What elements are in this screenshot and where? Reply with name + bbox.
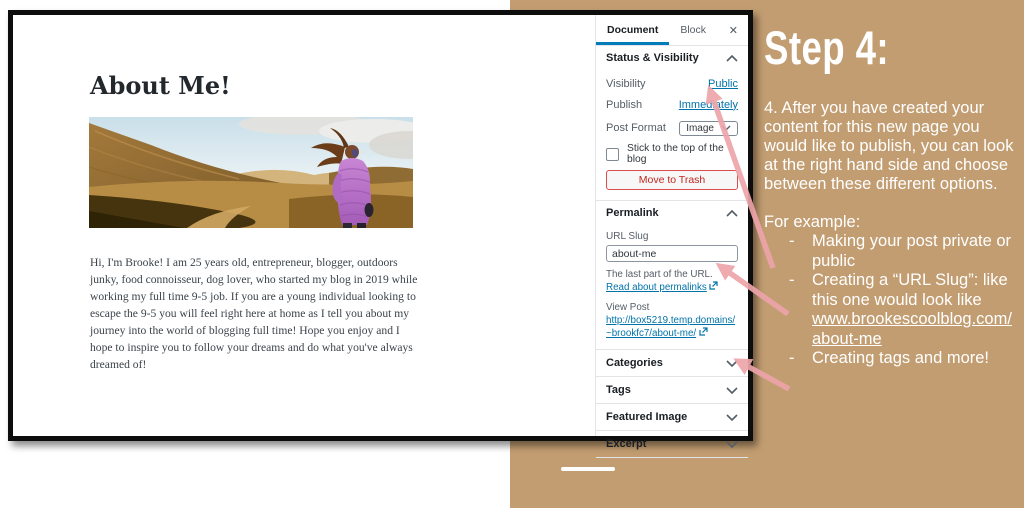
bullet-dash: - [789,232,795,252]
section-excerpt[interactable]: Excerpt [596,431,748,458]
bullet-dash: - [789,349,795,369]
view-post-url-link[interactable]: http://box5219.temp.domains/~brookfc7/ab… [606,315,735,339]
permalink-title: Permalink [606,207,659,219]
tags-title: Tags [606,384,631,396]
bullet-text: Creating a “URL Slug”: like this one wou… [812,271,1008,309]
chevron-up-icon[interactable] [726,55,738,62]
url-slug-input[interactable] [606,245,738,262]
brookescoolblog-link[interactable]: www.brookescoolblog.com/about-me [812,310,1012,348]
post-format-row: Post Format Image [596,115,748,141]
slug-help-prefix: The last part of the URL. [606,269,713,280]
visibility-row: Visibility Public [596,73,748,94]
status-visibility-title: Status & Visibility [606,52,699,64]
tab-block-label: Block [680,24,706,36]
chevron-down-icon [721,125,731,131]
bullet-tags: - Creating tags and more! [764,349,1018,369]
tab-document-label: Document [607,24,658,36]
visibility-label: Visibility [606,78,646,90]
editor-canvas: About Me! [13,15,595,436]
publish-row: Publish Immediately [596,94,748,115]
read-about-permalinks-link[interactable]: Read about permalinks [606,282,707,293]
status-visibility-header[interactable]: Status & Visibility [596,46,748,70]
bullet-dash: - [789,271,795,291]
step-panel: Step 4: 4. After you have created your c… [764,20,1018,369]
external-link-icon [699,328,708,339]
step-paragraph: 4. After you have created your content f… [764,99,1018,194]
featured-image-title: Featured Image [606,411,687,423]
sticky-checkbox-label: Stick to the top of the blog [627,143,738,165]
publish-label: Publish [606,99,642,111]
post-format-value: Image [686,123,714,134]
external-link-icon [709,282,718,293]
post-body-text: Hi, I'm Brooke! I am 25 years old, entre… [90,254,422,373]
permalink-header[interactable]: Permalink [596,201,748,225]
wordpress-screenshot-frame: About Me! [8,10,753,441]
publish-value-link[interactable]: Immediately [679,99,738,111]
tab-block[interactable]: Block [669,15,717,45]
bullet-text: Creating tags and more! [812,349,989,367]
wp-settings-sidebar: Document Block ✕ Status & Visibility Vis… [595,15,748,436]
example-bullet-list: - Making your post private or public - C… [764,232,1018,369]
section-tags[interactable]: Tags [596,377,748,404]
chevron-down-icon [726,387,738,394]
categories-title: Categories [606,357,663,369]
close-icon: ✕ [729,24,738,37]
slug-help-text: The last part of the URL. Read about per… [606,268,738,294]
bullet-private-public: - Making your post private or public [764,232,1018,271]
visibility-value-link[interactable]: Public [708,78,738,90]
trail-runner-photo [89,117,413,228]
post-format-label: Post Format [606,122,666,134]
chevron-down-icon [726,360,738,367]
chevron-down-icon [726,441,738,448]
post-title: About Me! [90,71,231,100]
for-example-label: For example: [764,213,1018,232]
slide-progress-dash [561,467,615,471]
tab-document[interactable]: Document [596,15,669,45]
sticky-checkbox-row: Stick to the top of the blog [596,146,748,162]
close-sidebar-button[interactable]: ✕ [719,15,748,45]
sidebar-tab-bar: Document Block ✕ [596,15,748,46]
permalink-body: URL Slug The last part of the URL. Read … [596,225,748,349]
sticky-checkbox[interactable] [606,148,619,161]
step-title: Step 4: [764,20,962,75]
move-to-trash-label: Move to Trash [639,174,706,186]
move-to-trash-button[interactable]: Move to Trash [606,170,738,190]
chevron-up-icon[interactable] [726,210,738,217]
section-featured-image[interactable]: Featured Image [596,404,748,431]
bullet-url-slug: - Creating a “URL Slug”: like this one w… [764,271,1018,349]
url-slug-label: URL Slug [606,231,738,242]
bullet-text: Making your post private or public [812,232,1011,270]
view-post-label: View Post [606,302,738,313]
section-categories[interactable]: Categories [596,350,748,377]
view-post-url: http://box5219.temp.domains/~brookfc7/ab… [606,314,738,340]
post-format-select[interactable]: Image [679,121,738,136]
chevron-down-icon [726,414,738,421]
excerpt-title: Excerpt [606,438,646,450]
